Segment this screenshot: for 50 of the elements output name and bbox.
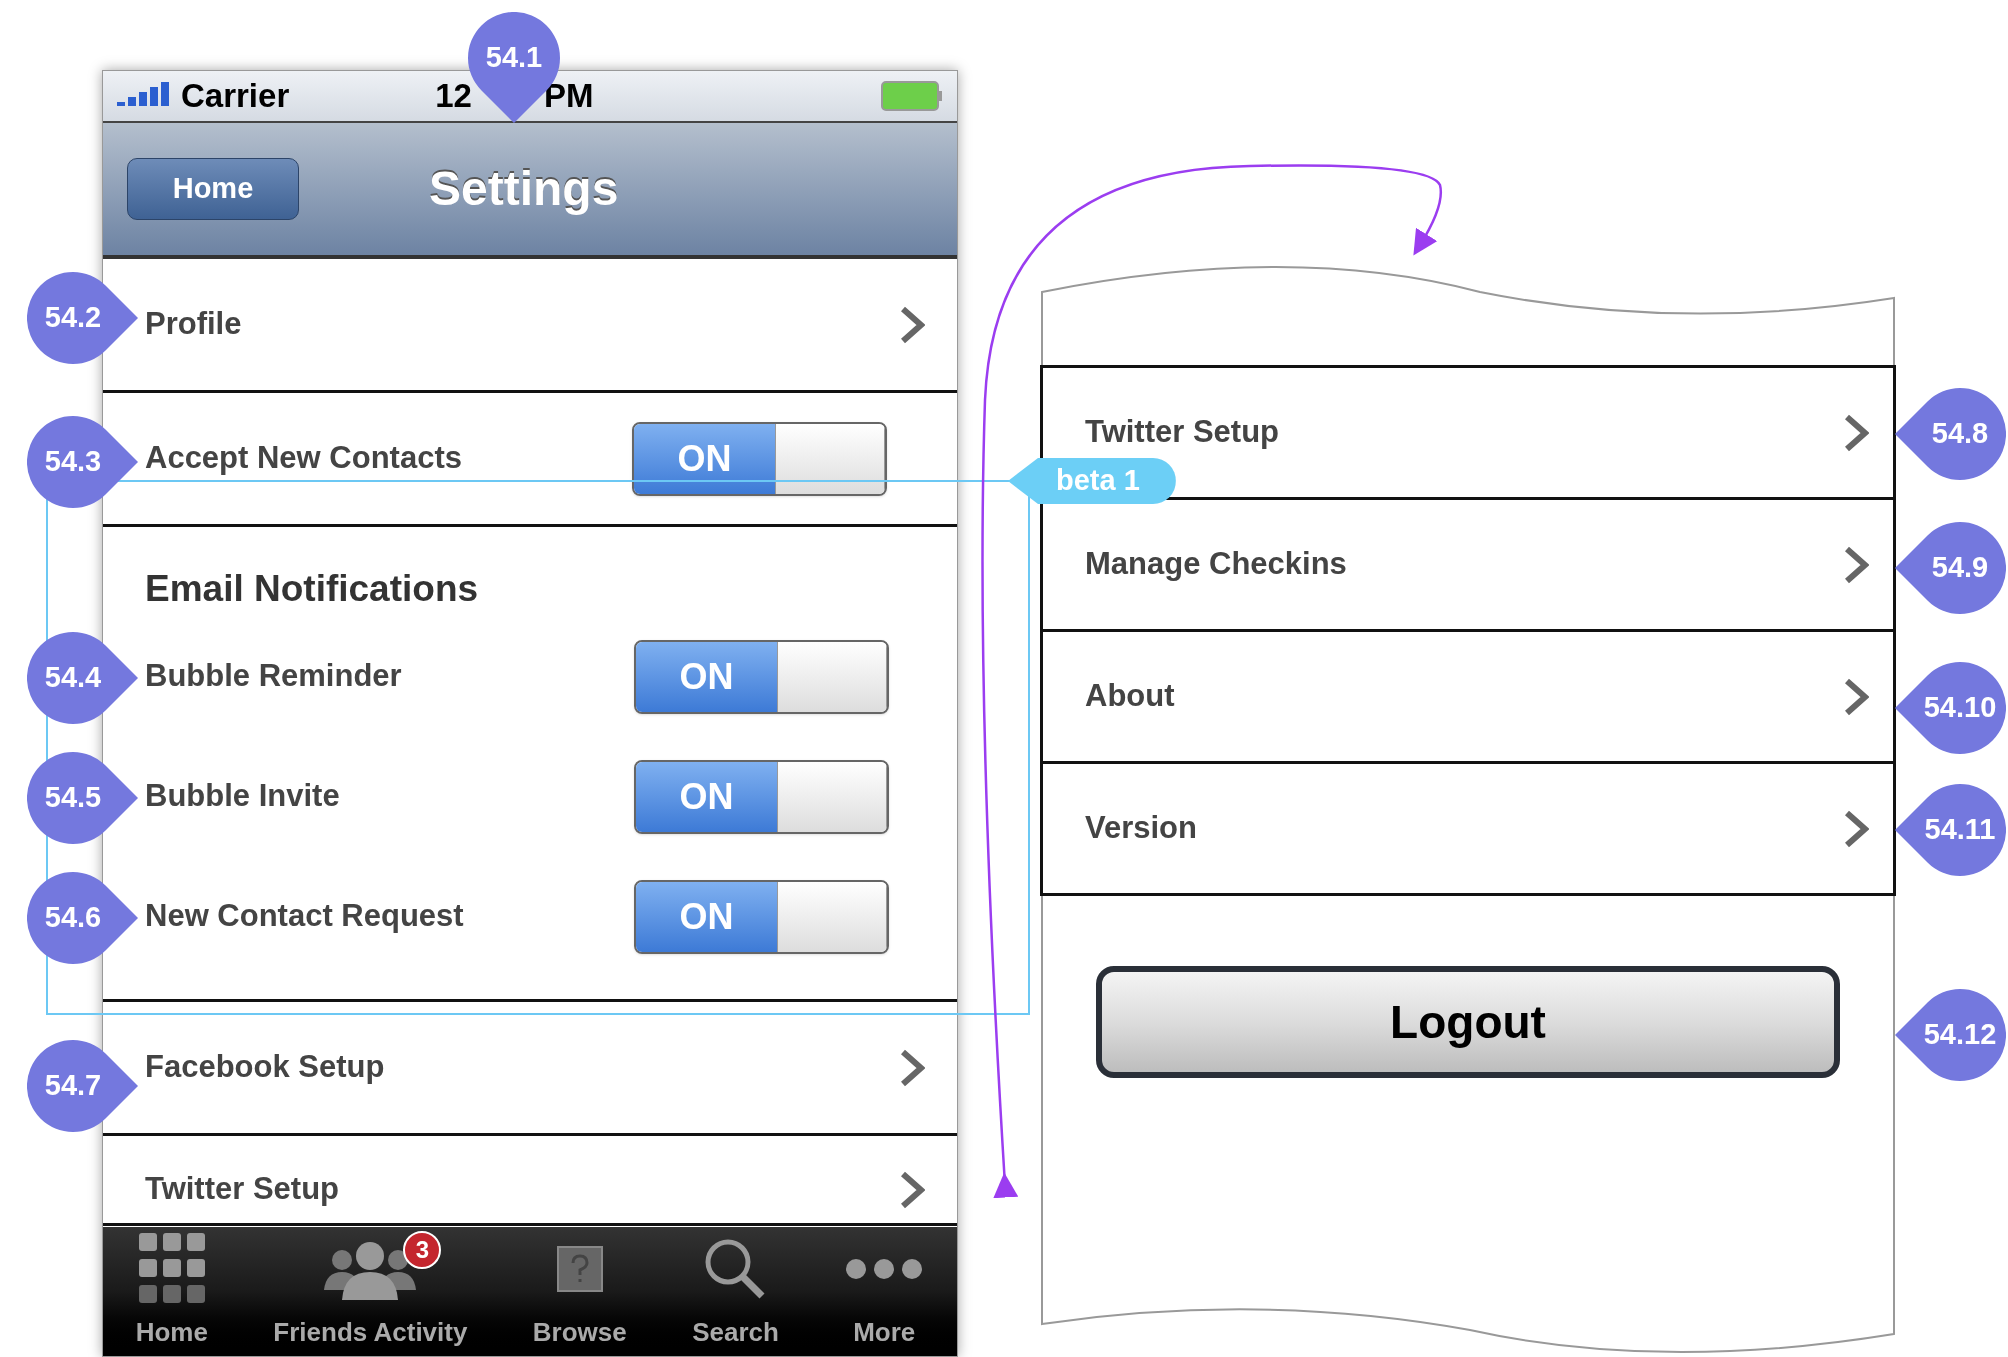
- screen-title: Settings: [429, 161, 619, 217]
- row-label: New Contact Request: [145, 897, 464, 936]
- logout-button[interactable]: Logout: [1096, 966, 1840, 1078]
- annotation-marker: 54.10: [1895, 662, 2006, 754]
- tab-item[interactable]: Search: [688, 1229, 783, 1352]
- carrier-label: Carrier: [181, 76, 290, 117]
- row-label: Manage Checkins: [1085, 545, 1347, 584]
- tab-item[interactable]: Friends Activity 3: [269, 1229, 472, 1352]
- chevron-right-icon: [899, 1047, 925, 1088]
- time-label: 12: [435, 76, 472, 117]
- tab-item[interactable]: Home: [131, 1229, 212, 1352]
- version-tag: beta 1: [1008, 458, 1176, 504]
- row-label: About: [1085, 677, 1175, 716]
- annotation-marker: 54.2: [27, 272, 138, 364]
- annotation-marker: 54.6: [27, 872, 138, 964]
- more-dots-icon: [844, 1257, 925, 1281]
- row-label[interactable]: Twitter Setup: [145, 1166, 340, 1213]
- section-title: Email Notifications: [145, 567, 480, 611]
- chevron-right-icon: [1843, 412, 1869, 453]
- time-label: PM: [543, 76, 594, 117]
- question-box-icon: [556, 1246, 603, 1292]
- settings-row[interactable]: Version: [1040, 761, 1896, 896]
- chevron-right-icon: [1843, 676, 1869, 717]
- settings-row[interactable]: About: [1040, 629, 1896, 764]
- annotation-marker: 54.11: [1895, 784, 2006, 876]
- row-label: Bubble Invite: [145, 777, 340, 816]
- home-button[interactable]: Home: [127, 158, 299, 220]
- tab-item[interactable]: More: [840, 1229, 929, 1352]
- annotation-marker: 54.3: [27, 416, 138, 508]
- tab-item[interactable]: Browse: [528, 1229, 631, 1352]
- chevron-right-icon: [899, 1169, 925, 1210]
- chevron-right-icon: [1843, 808, 1869, 849]
- row-label[interactable]: Profile: [145, 301, 242, 348]
- row-label: Accept New Contacts: [145, 439, 462, 478]
- battery-icon: [881, 81, 943, 111]
- notification-badge: 3: [403, 1231, 442, 1269]
- annotation-marker: 54.12: [1895, 989, 2006, 1081]
- row-label[interactable]: Facebook Setup: [145, 1044, 385, 1091]
- row-label: Twitter Setup: [1085, 413, 1280, 452]
- annotation-marker: 54.9: [1895, 522, 2006, 614]
- annotation-marker: 54.5: [27, 752, 138, 844]
- chevron-right-icon: [1843, 544, 1869, 585]
- grid-icon: [138, 1233, 205, 1305]
- annotation-marker: 54.7: [27, 1040, 138, 1132]
- annotation-marker: 54.8: [1895, 388, 2006, 480]
- row-label: Bubble Reminder: [145, 657, 402, 696]
- chevron-right-icon: [899, 304, 925, 345]
- settings-row[interactable]: Manage Checkins: [1040, 497, 1896, 632]
- annotation-marker: 54.4: [27, 632, 138, 724]
- row-label: Version: [1085, 809, 1197, 848]
